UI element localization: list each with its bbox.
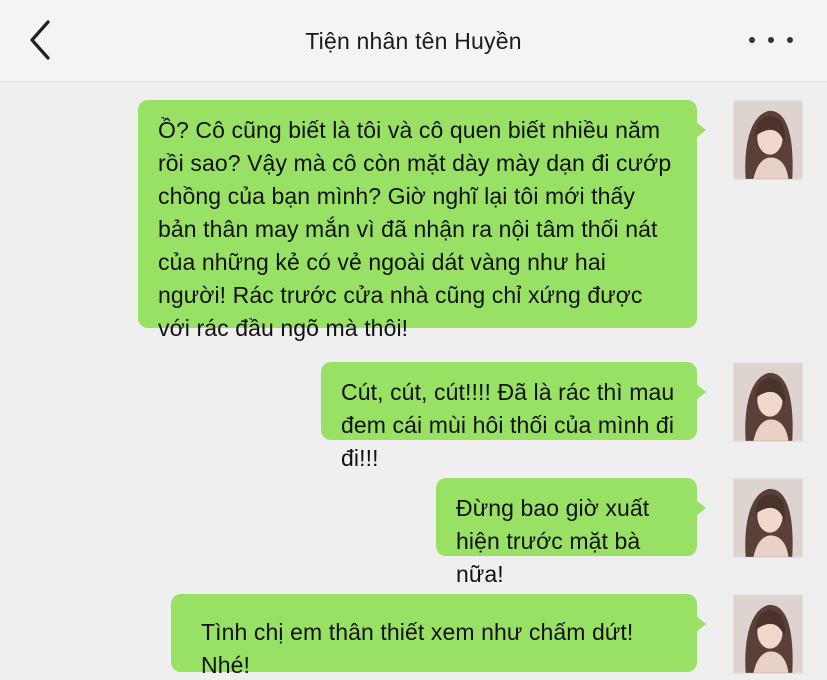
message-text: Đừng bao giờ xuất hiện trước mặt bà nữa!	[456, 495, 650, 587]
more-horizontal-icon	[749, 37, 755, 43]
avatar[interactable]	[733, 594, 803, 674]
avatar-image	[734, 101, 802, 179]
message-text: Ồ? Cô cũng biết là tôi và cô quen biết n…	[158, 117, 672, 341]
avatar[interactable]	[733, 362, 803, 442]
avatar[interactable]	[733, 100, 803, 180]
message-text: Tình chị em thân thiết xem như chấm dứt!…	[201, 619, 634, 678]
avatar-image	[734, 479, 802, 557]
message-bubble[interactable]: Cút, cút, cút!!!! Đã là rác thì mau đem …	[321, 362, 706, 471]
message-bubble[interactable]: Đừng bao giờ xuất hiện trước mặt bà nữa!	[436, 478, 706, 587]
message-list[interactable]: Ồ? Cô cũng biết là tôi và cô quen biết n…	[0, 82, 827, 680]
contact-name: Tiện nhân tên Huyền	[305, 28, 522, 54]
avatar[interactable]	[733, 478, 803, 558]
avatar-image	[734, 363, 802, 441]
message-bubble[interactable]: Ồ? Cô cũng biết là tôi và cô quen biết n…	[138, 100, 706, 341]
chat-header: Tiện nhân tên Huyền	[0, 0, 827, 82]
more-options-button[interactable]	[749, 26, 793, 54]
message-bubble[interactable]: Tình chị em thân thiết xem như chấm dứt!…	[171, 594, 706, 678]
avatar-image	[734, 595, 802, 673]
message-text: Cút, cút, cút!!!! Đã là rác thì mau đem …	[341, 379, 675, 471]
